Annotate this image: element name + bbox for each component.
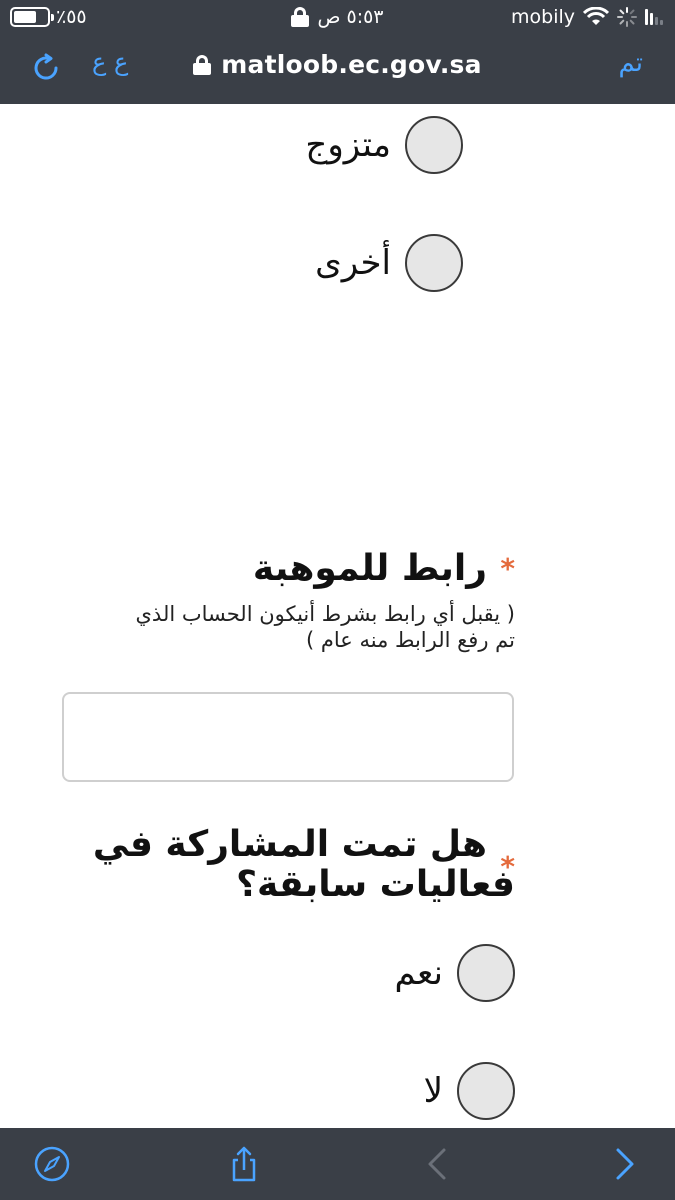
- compass-icon[interactable]: [32, 1144, 72, 1184]
- form-content: متزوج أخرى * رابط للموهبة ( يقبل أي رابط…: [0, 104, 675, 1128]
- status-bar: ٪٥٥ ٥:٥٣ ص mobily: [0, 0, 675, 36]
- radio-option-married[interactable]: متزوج: [305, 116, 463, 174]
- participation-question-line2: فعاليات سابقة؟: [236, 864, 515, 905]
- radio-label: متزوج: [305, 125, 391, 165]
- address-bar: ع ع matloob.ec.gov.sa تم: [0, 40, 675, 96]
- url-field[interactable]: matloob.ec.gov.sa: [0, 50, 675, 79]
- radio-label: لا: [423, 1071, 443, 1111]
- radio-button[interactable]: [405, 234, 463, 292]
- status-right: mobily: [511, 6, 663, 28]
- cellular-signal-icon: [645, 9, 663, 25]
- radio-option-no[interactable]: لا: [424, 1062, 515, 1120]
- wifi-icon: [583, 7, 609, 25]
- talent-link-question: رابط للموهبة: [252, 548, 487, 589]
- forward-arrow-icon[interactable]: [604, 1144, 644, 1184]
- url-text: matloob.ec.gov.sa: [221, 50, 482, 79]
- orientation-lock-icon: [291, 7, 310, 27]
- done-button[interactable]: تم: [618, 48, 643, 78]
- status-time: ٥:٥٣ ص: [317, 6, 384, 28]
- carrier-name: mobily: [511, 6, 575, 28]
- radio-option-other[interactable]: أخرى: [315, 234, 463, 292]
- lock-icon: [193, 54, 212, 75]
- talent-link-hint-line1: ( يقبل أي رابط بشرط أنيكون الحساب الذي: [135, 602, 515, 626]
- radio-button[interactable]: [405, 116, 463, 174]
- back-arrow-icon[interactable]: [418, 1144, 458, 1184]
- radio-label: نعم: [394, 953, 444, 993]
- share-icon[interactable]: [224, 1144, 264, 1184]
- browser-bottom-toolbar: [0, 1128, 675, 1200]
- activity-spinner-icon: [617, 7, 637, 27]
- participation-question-line1: هل تمت المشاركة في: [92, 824, 487, 865]
- radio-button[interactable]: [457, 1062, 515, 1120]
- required-marker: *: [500, 552, 515, 585]
- radio-option-yes[interactable]: نعم: [394, 944, 515, 1002]
- browser-top-chrome: ٪٥٥ ٥:٥٣ ص mobily ع ع matloob.ec.gov.sa …: [0, 0, 675, 104]
- talent-link-input[interactable]: [62, 692, 514, 782]
- radio-label: أخرى: [315, 243, 391, 283]
- radio-button[interactable]: [457, 944, 515, 1002]
- talent-link-hint-line2: تم رفع الرابط منه عام ): [306, 628, 515, 652]
